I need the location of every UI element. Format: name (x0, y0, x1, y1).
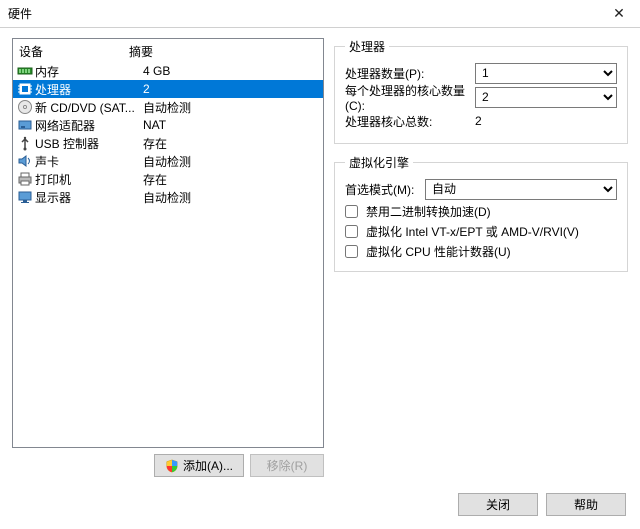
cb-perfcounter-label: 虚拟化 CPU 性能计数器(U) (366, 243, 511, 260)
display-icon (17, 189, 33, 205)
virtualization-group: 虚拟化引擎 首选模式(M): 自动 禁用二进制转换加速(D) 虚拟化 Intel… (334, 154, 628, 272)
device-summary: 存在 (143, 171, 323, 188)
device-row[interactable]: 声卡自动检测 (13, 152, 323, 170)
device-name: USB 控制器 (35, 135, 143, 152)
device-name: 显示器 (35, 189, 143, 206)
device-name: 网络适配器 (35, 117, 143, 134)
cd-icon (17, 99, 33, 115)
device-name: 内存 (35, 63, 143, 80)
device-summary: NAT (143, 118, 323, 132)
add-button[interactable]: 添加(A)... (154, 454, 244, 477)
device-summary: 自动检测 (143, 189, 323, 206)
cpu-icon (17, 81, 33, 97)
titlebar: 硬件 ✕ (0, 0, 640, 28)
virt-group-title: 虚拟化引擎 (345, 154, 413, 171)
proc-count-select[interactable]: 1 (475, 63, 617, 84)
device-rows: 内存4 GB处理器2新 CD/DVD (SAT...自动检测网络适配器NATUS… (13, 62, 323, 447)
help-button-label: 帮助 (574, 496, 598, 513)
add-button-label: 添加(A)... (183, 457, 233, 474)
proc-total-label: 处理器核心总数: (345, 113, 475, 130)
remove-button-label: 移除(R) (267, 457, 308, 474)
proc-cores-select[interactable]: 2 (475, 87, 617, 108)
proc-total-value: 2 (475, 114, 617, 128)
cb-vtx-label: 虚拟化 Intel VT-x/EPT 或 AMD-V/RVI(V) (366, 223, 579, 240)
help-button[interactable]: 帮助 (546, 493, 626, 516)
window-title: 硬件 (8, 5, 32, 22)
processor-group-title: 处理器 (345, 38, 389, 55)
cb-disable-binary-input[interactable] (345, 205, 358, 218)
device-summary: 自动检测 (143, 153, 323, 170)
printer-icon (17, 171, 33, 187)
device-row[interactable]: 打印机存在 (13, 170, 323, 188)
device-summary: 4 GB (143, 64, 323, 78)
memory-icon (17, 63, 33, 79)
left-panel: 设备 摘要 内存4 GB处理器2新 CD/DVD (SAT...自动检测网络适配… (12, 38, 324, 477)
device-name: 处理器 (35, 81, 143, 98)
device-name: 新 CD/DVD (SAT... (35, 99, 143, 116)
device-row[interactable]: 显示器自动检测 (13, 188, 323, 206)
device-list-header: 设备 摘要 (13, 39, 323, 62)
shield-icon (165, 459, 179, 473)
right-panel: 处理器 处理器数量(P): 1 每个处理器的核心数量(C): 2 处理器核 (334, 38, 628, 477)
remove-button: 移除(R) (250, 454, 324, 477)
device-row[interactable]: 内存4 GB (13, 62, 323, 80)
device-summary: 2 (143, 82, 323, 96)
device-summary: 自动检测 (143, 99, 323, 116)
cb-vtx[interactable]: 虚拟化 Intel VT-x/EPT 或 AMD-V/RVI(V) (345, 221, 617, 241)
close-icon[interactable]: ✕ (598, 0, 640, 28)
processor-group: 处理器 处理器数量(P): 1 每个处理器的核心数量(C): 2 处理器核 (334, 38, 628, 144)
usb-icon (17, 135, 33, 151)
close-button-label: 关闭 (486, 496, 510, 513)
cb-disable-binary-label: 禁用二进制转换加速(D) (366, 203, 491, 220)
left-buttons: 添加(A)... 移除(R) (12, 448, 324, 477)
virt-mode-select[interactable]: 自动 (425, 179, 617, 200)
device-row[interactable]: 网络适配器NAT (13, 116, 323, 134)
header-summary: 摘要 (129, 43, 317, 60)
cb-perfcounter-input[interactable] (345, 245, 358, 258)
proc-cores-label: 每个处理器的核心数量(C): (345, 82, 475, 113)
device-summary: 存在 (143, 135, 323, 152)
proc-count-label: 处理器数量(P): (345, 65, 475, 82)
device-name: 打印机 (35, 171, 143, 188)
virt-mode-label: 首选模式(M): (345, 181, 425, 198)
sound-icon (17, 153, 33, 169)
cb-perfcounter[interactable]: 虚拟化 CPU 性能计数器(U) (345, 241, 617, 261)
device-row[interactable]: 处理器2 (13, 80, 323, 98)
content-area: 设备 摘要 内存4 GB处理器2新 CD/DVD (SAT...自动检测网络适配… (0, 28, 640, 485)
cb-disable-binary[interactable]: 禁用二进制转换加速(D) (345, 201, 617, 221)
device-name: 声卡 (35, 153, 143, 170)
close-button[interactable]: 关闭 (458, 493, 538, 516)
device-row[interactable]: 新 CD/DVD (SAT...自动检测 (13, 98, 323, 116)
device-list: 设备 摘要 内存4 GB处理器2新 CD/DVD (SAT...自动检测网络适配… (12, 38, 324, 448)
device-row[interactable]: USB 控制器存在 (13, 134, 323, 152)
footer: 关闭 帮助 (0, 485, 640, 529)
nic-icon (17, 117, 33, 133)
header-device: 设备 (19, 43, 129, 60)
cb-vtx-input[interactable] (345, 225, 358, 238)
